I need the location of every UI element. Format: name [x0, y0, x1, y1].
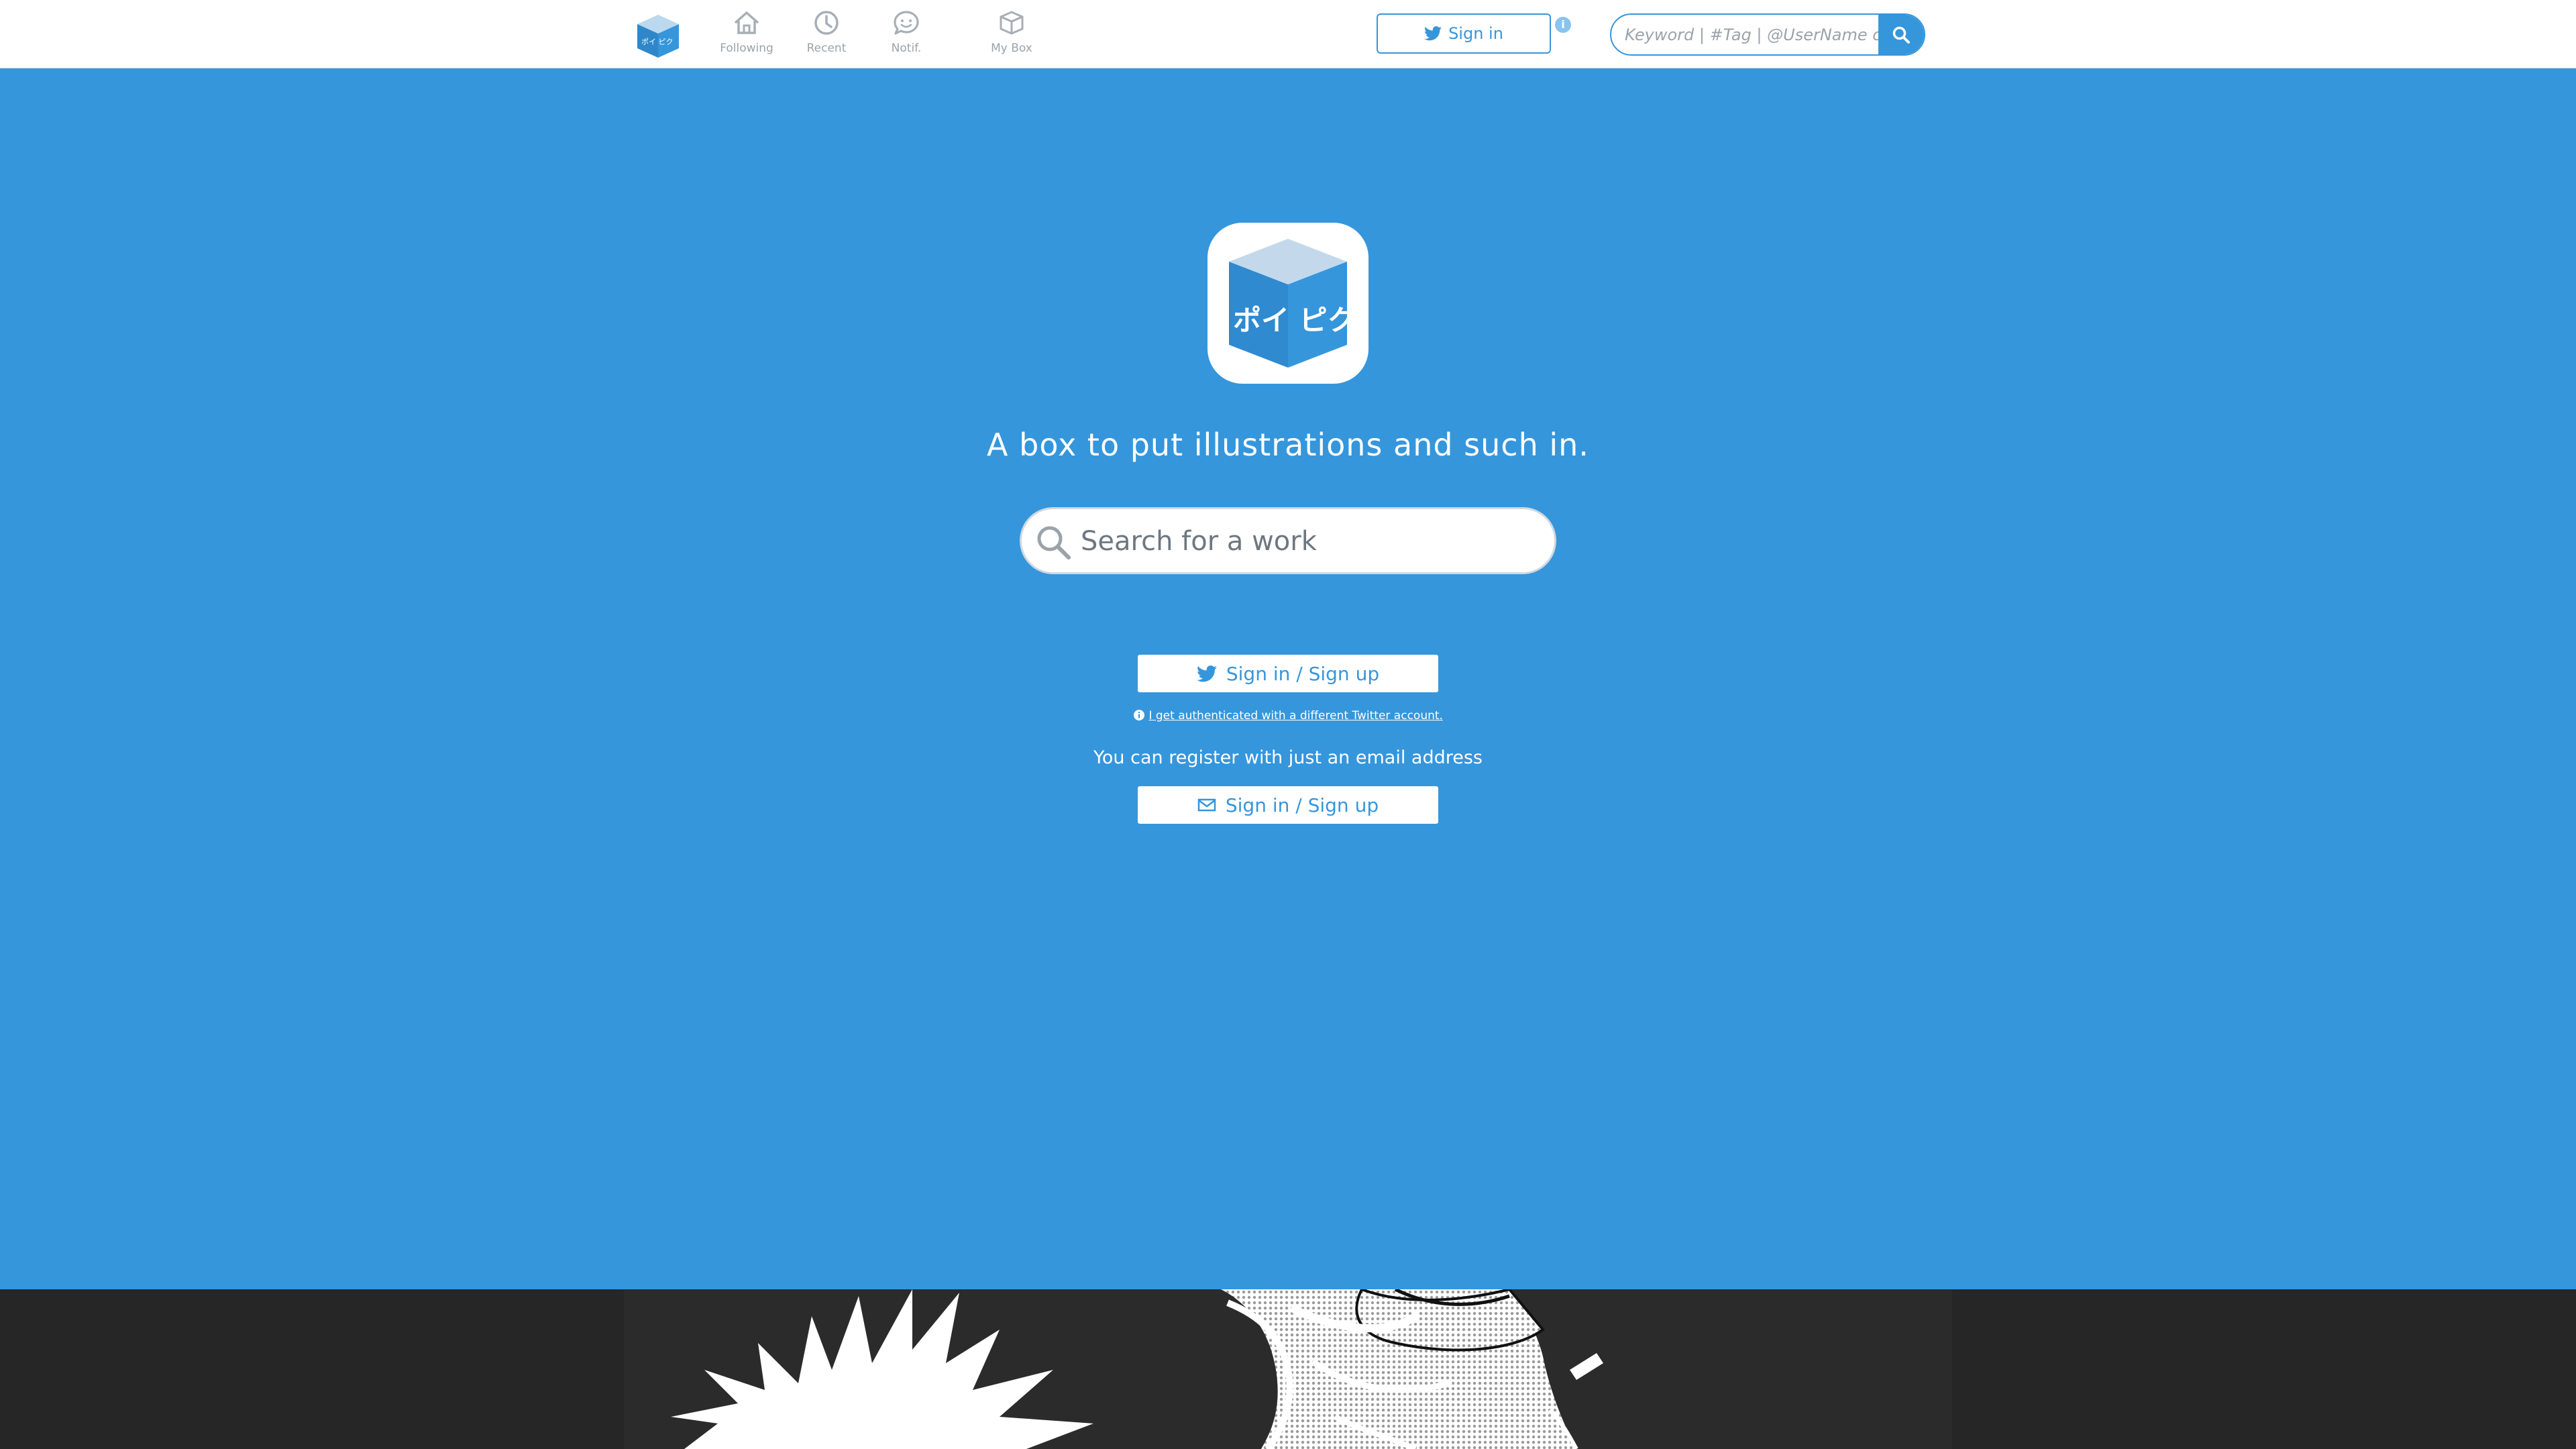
email-register-note: You can register with just an email addr… [1093, 747, 1483, 768]
info-circle-icon [1134, 710, 1145, 720]
header-signin-label: Sign in [1448, 24, 1503, 43]
logo-small-text: ポイ ピク [641, 38, 674, 46]
nav-notifications[interactable]: Notif. [866, 9, 947, 55]
different-twitter-account-link[interactable]: I get authenticated with a different Twi… [1148, 709, 1442, 722]
header-search-input[interactable] [1611, 15, 1882, 54]
nav-recent-label: Recent [806, 42, 847, 55]
nav-following[interactable]: Following [706, 9, 787, 55]
hero-logo: ポイ ピク [1208, 223, 1368, 384]
twitter-signin-label: Sign in / Sign up [1226, 662, 1380, 685]
twitter-signin-button[interactable]: Sign in / Sign up [1138, 655, 1438, 692]
nav-my-box-label: My Box [991, 42, 1032, 55]
clock-icon [814, 11, 839, 35]
nav-recent[interactable]: Recent [786, 9, 867, 55]
chat-smile-icon [894, 11, 919, 35]
info-icon[interactable]: i [1555, 17, 1571, 33]
poipiku-cube-icon: ポイ ピク [1229, 239, 1356, 368]
hero-logo-text: ポイ ピク [1233, 304, 1356, 337]
work-search-input[interactable] [1079, 509, 1545, 574]
box-icon [1000, 11, 1024, 35]
header-search [1610, 13, 1925, 56]
nav-my-box[interactable]: My Box [971, 9, 1052, 55]
poipiku-logo-icon[interactable]: ポイ ピク [635, 12, 682, 59]
envelope-icon [1197, 798, 1216, 812]
header-search-button[interactable] [1878, 15, 1924, 54]
manga-illustration [624, 1289, 1952, 1449]
search-icon [1037, 526, 1071, 559]
top-header: ポイ ピク Following Recent Notif. My Box Sig… [0, 0, 2576, 68]
footer-artwork [0, 1289, 2576, 1449]
twitter-bird-icon [1424, 26, 1442, 41]
home-icon [734, 11, 759, 34]
twitter-account-note: I get authenticated with a different Twi… [0, 707, 2576, 724]
twitter-bird-icon [1196, 665, 1217, 682]
email-signin-button[interactable]: Sign in / Sign up [1138, 786, 1438, 824]
tagline: A box to put illustrations and such in. [987, 427, 1589, 463]
nav-following-label: Following [720, 42, 773, 55]
header-signin-button[interactable]: Sign in [1377, 13, 1551, 54]
email-signin-label: Sign in / Sign up [1225, 794, 1379, 816]
work-search-box [1020, 507, 1556, 574]
search-icon [1892, 26, 1910, 44]
nav-notifications-label: Notif. [891, 42, 922, 55]
